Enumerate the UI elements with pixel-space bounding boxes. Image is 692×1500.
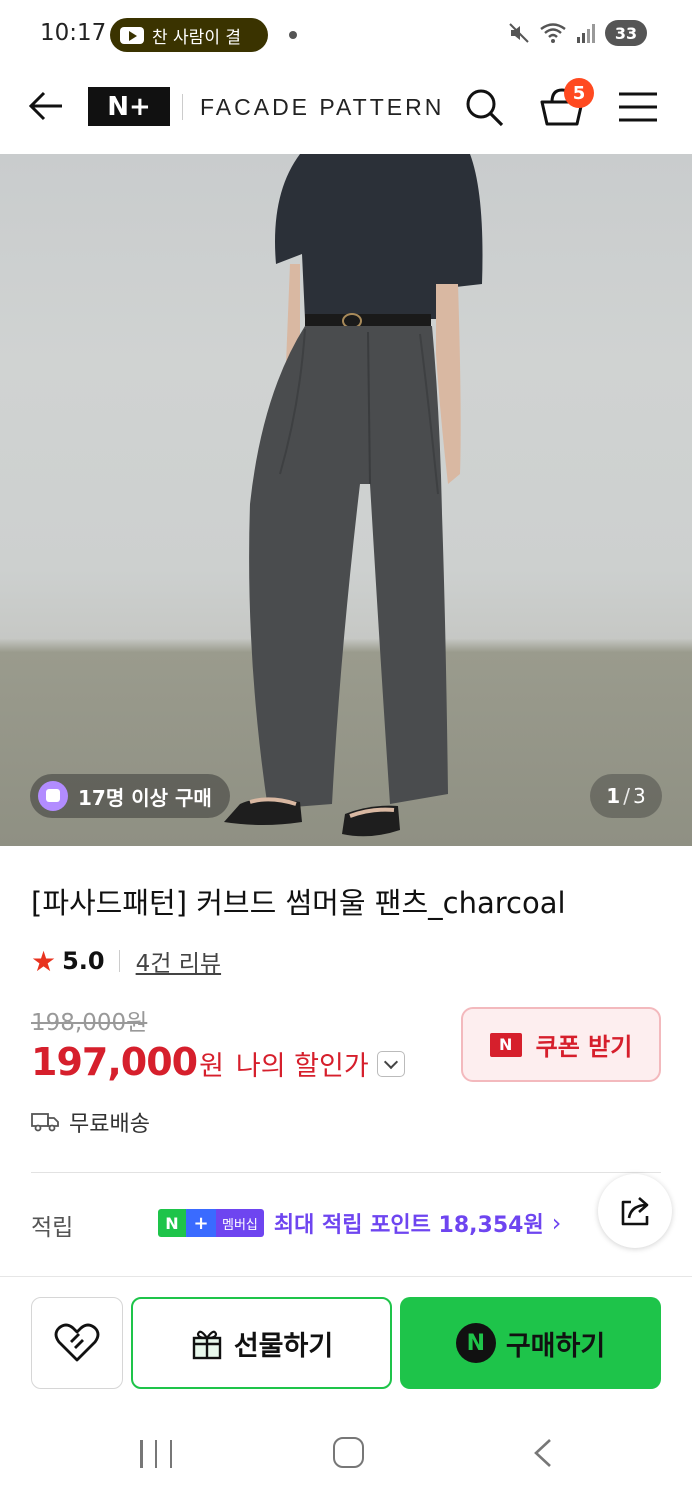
review-count-link[interactable]: 4건 리뷰: [136, 944, 221, 978]
membership-badge-plus: +: [186, 1209, 216, 1237]
membership-badge: N + 멤버십: [158, 1209, 264, 1237]
buyers-count-text: 17명 이상 구매: [78, 785, 212, 810]
cart-count-badge: 5: [564, 78, 594, 108]
coupon-button[interactable]: N 쿠폰 받기: [461, 1007, 661, 1082]
action-bar-divider: [0, 1276, 692, 1277]
recent-apps-bar: [140, 1440, 143, 1468]
notification-dot: [289, 31, 297, 39]
status-bar: 10:17 찬 사람이 결 33: [0, 0, 692, 70]
share-button[interactable]: [598, 1174, 672, 1248]
status-icons: 33: [507, 20, 647, 46]
wifi-icon: [540, 23, 566, 43]
rating-separator: [118, 950, 120, 972]
media-notification-text: 찬 사람이 결: [152, 27, 242, 48]
brand-divider: [182, 94, 183, 120]
points-info-link[interactable]: N + 멤버십 최대 적립 포인트 18,354원 ›: [158, 1207, 561, 1239]
price-currency: 원: [199, 1051, 224, 1082]
shopping-bag-icon: [38, 781, 68, 811]
buy-button[interactable]: N 구매하기: [400, 1297, 661, 1389]
section-divider: [31, 1172, 661, 1173]
rating-row: ★ 5.0 4건 리뷰: [31, 944, 221, 978]
buyers-count-badge: 17명 이상 구매: [30, 774, 230, 818]
image-page-indicator: 1 / 3: [590, 774, 662, 818]
points-label: 적립: [31, 1215, 74, 1241]
membership-badge-n: N: [158, 1209, 186, 1237]
recent-apps-bar: [154, 1440, 158, 1468]
product-image-carousel[interactable]: 17명 이상 구매 1 / 3: [0, 154, 692, 846]
share-icon: [621, 1197, 649, 1226]
membership-badge-label: 멤버십: [216, 1209, 264, 1237]
my-price-label: 나의 할인가: [235, 1051, 369, 1082]
shipping-text: 무료배송: [69, 1112, 150, 1137]
youtube-icon: [120, 26, 144, 44]
original-price: 198,000원: [31, 1010, 148, 1036]
recent-apps-bar: [169, 1440, 172, 1468]
media-notification-pill[interactable]: 찬 사람이 결: [110, 18, 268, 52]
back-arrow-icon[interactable]: [26, 86, 66, 126]
mute-icon: [509, 23, 529, 43]
shipping-info: 무료배송: [31, 1106, 150, 1138]
recent-apps-button[interactable]: [140, 1440, 172, 1468]
app-header: N+ FACADE PATTERN 5: [0, 70, 692, 154]
coupon-button-label: 쿠폰 받기: [535, 1033, 633, 1061]
menu-icon[interactable]: [617, 90, 659, 124]
product-photo: [224, 154, 483, 837]
heart-icon: [54, 1323, 100, 1362]
naver-pay-icon: N: [455, 1323, 496, 1363]
rating-value: 5.0: [62, 947, 105, 975]
truck-icon: [31, 1113, 59, 1132]
wishlist-button[interactable]: [31, 1297, 123, 1389]
system-back-icon[interactable]: [532, 1438, 554, 1468]
gift-button[interactable]: 선물하기: [131, 1297, 392, 1389]
gift-button-label: 선물하기: [233, 1330, 334, 1362]
chevron-right-icon: ›: [551, 1209, 562, 1237]
signal-icon: [577, 24, 595, 43]
gift-icon: [192, 1330, 222, 1360]
nplus-logo[interactable]: N+: [88, 87, 170, 126]
home-button[interactable]: [333, 1437, 364, 1468]
battery-indicator: 33: [605, 20, 647, 46]
chevron-down-icon[interactable]: [376, 1051, 405, 1077]
nplus-logo-text: N+: [107, 91, 151, 122]
image-page-current: 1: [606, 784, 621, 808]
product-title: [파사드패턴] 커브드 썸머울 팬츠_charcoal: [31, 886, 566, 920]
buy-button-label: 구매하기: [505, 1330, 606, 1362]
price-row: 197,000 원 나의 할인가: [31, 1040, 405, 1084]
status-time: 10:17: [40, 20, 107, 46]
naver-n-icon: N: [489, 1032, 522, 1057]
brand-name[interactable]: FACADE PATTERN: [200, 94, 444, 121]
image-page-separator: /: [623, 784, 630, 808]
search-icon[interactable]: [463, 86, 505, 128]
star-icon: ★: [31, 944, 57, 978]
system-nav-bar: [0, 1410, 692, 1500]
image-page-total: 3: [632, 784, 646, 808]
points-text: 최대 적립 포인트 18,354원: [273, 1213, 544, 1238]
sale-price: 197,000: [31, 1040, 198, 1084]
